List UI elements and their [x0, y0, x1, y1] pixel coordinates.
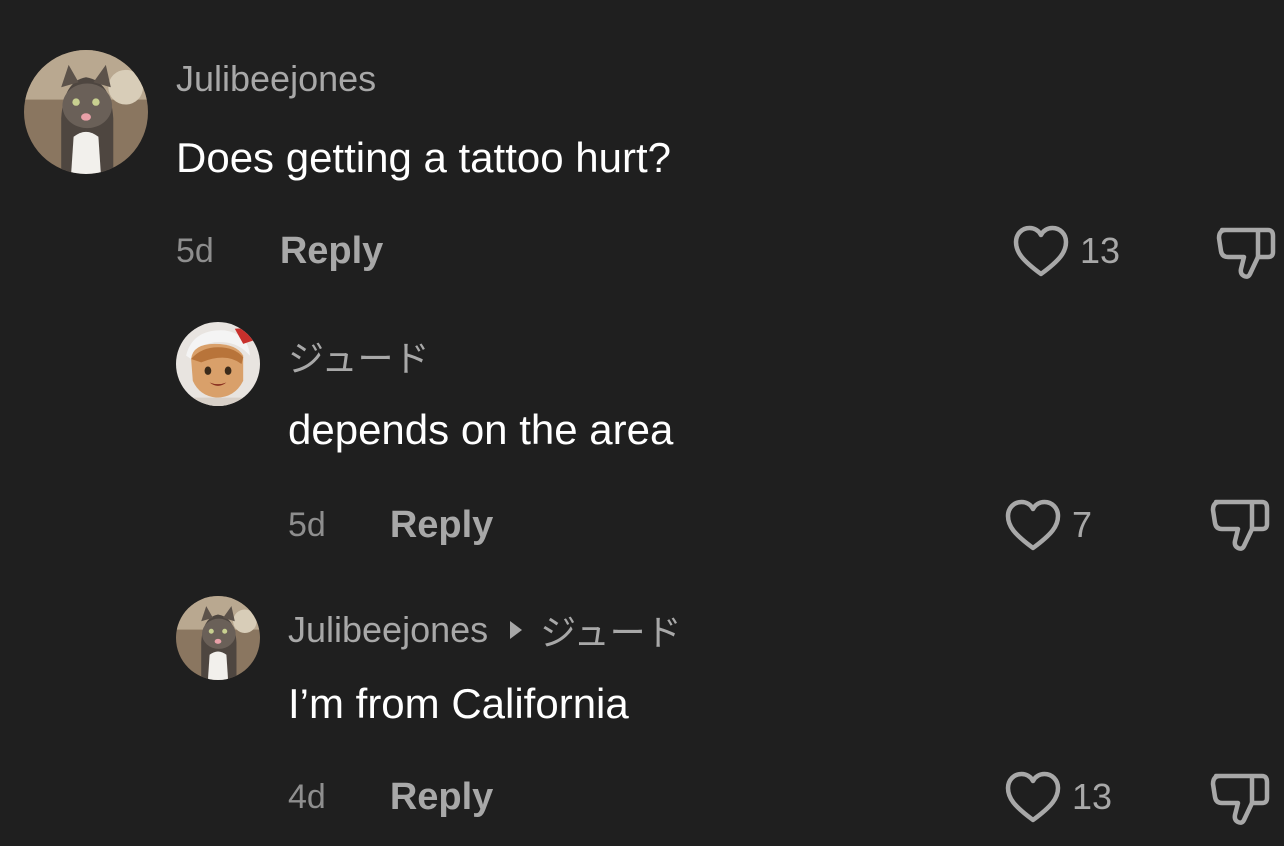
- username-label[interactable]: Julibeejones: [176, 58, 376, 100]
- comment-text: depends on the area: [288, 406, 674, 453]
- anime-avatar-icon: [176, 322, 260, 406]
- avatar[interactable]: [24, 50, 148, 174]
- comment-text: Does getting a tattoo hurt?: [176, 134, 671, 181]
- reply-button[interactable]: Reply: [280, 230, 383, 273]
- heart-outline-icon: [1005, 771, 1061, 823]
- avatar[interactable]: [176, 322, 260, 406]
- heart-outline-icon: [1005, 499, 1061, 551]
- thumbs-down-outline-icon: [1210, 773, 1270, 825]
- comments-thread: Julibeejones Does getting a tattoo hurt?…: [0, 0, 1284, 846]
- username-label[interactable]: ジュード: [288, 330, 429, 382]
- thumbs-down-outline-icon: [1210, 499, 1270, 551]
- comment-meta: 5d Reply: [288, 504, 493, 547]
- comment-text: I’m from California: [288, 680, 629, 727]
- dislike-button[interactable]: [1210, 770, 1272, 828]
- dislike-button[interactable]: [1216, 224, 1278, 282]
- username-label[interactable]: Julibeejones: [288, 609, 488, 651]
- triangle-right-icon: [510, 621, 523, 639]
- cat-avatar-icon: [176, 596, 260, 680]
- reply-button[interactable]: Reply: [390, 776, 493, 819]
- like-count: 13: [1080, 230, 1121, 271]
- reply-button[interactable]: Reply: [390, 504, 493, 547]
- like-count: 7: [1072, 504, 1093, 545]
- comment-age: 5d: [288, 506, 326, 544]
- heart-outline-icon: [1013, 225, 1069, 277]
- comment-age: 4d: [288, 778, 326, 816]
- avatar[interactable]: [176, 596, 260, 680]
- dislike-button[interactable]: [1210, 496, 1272, 554]
- thumbs-down-outline-icon: [1216, 227, 1276, 279]
- like-button[interactable]: 13: [1004, 770, 1112, 824]
- comment-username[interactable]: ジュード: [288, 330, 429, 382]
- comment-username[interactable]: Julibeejones: [176, 58, 376, 100]
- like-count: 13: [1072, 776, 1113, 817]
- comment-username[interactable]: Julibeejones ジュード: [288, 604, 682, 656]
- cat-avatar-icon: [24, 50, 148, 174]
- comment-meta: 4d Reply: [288, 776, 493, 819]
- reply-target-username[interactable]: ジュード: [540, 604, 681, 656]
- comment-age: 5d: [176, 232, 214, 270]
- like-button[interactable]: 7: [1004, 498, 1092, 552]
- comment-meta: 5d Reply: [176, 230, 383, 273]
- like-button[interactable]: 13: [1012, 224, 1120, 278]
